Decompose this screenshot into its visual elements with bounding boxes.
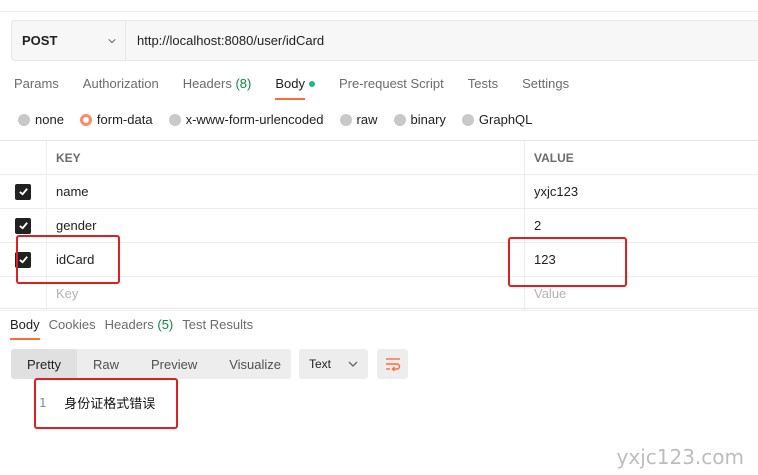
radio-icon — [461, 113, 474, 126]
row-check-cell — [0, 243, 47, 276]
tab-label: Tests — [467, 76, 499, 91]
checkbox-checked-icon[interactable] — [15, 183, 31, 200]
tab-params[interactable]: Params — [14, 74, 59, 100]
tab-authorization[interactable]: Authorization — [83, 74, 159, 100]
tab-headers[interactable]: Headers (8) — [183, 74, 252, 100]
method-label: POST — [22, 33, 58, 48]
request-bar: POST http://localhost:8080/user/idCard — [11, 20, 758, 61]
view-mode-group: Pretty Raw Preview Visualize — [11, 349, 291, 379]
postman-window: POST http://localhost:8080/user/idCard P… — [0, 0, 758, 475]
row-key[interactable]: gender — [47, 209, 525, 242]
tab-label: Pre-request Script — [338, 76, 444, 91]
row-check-cell — [0, 277, 47, 310]
radio-label: form-data — [96, 112, 153, 127]
response-headers-count: (5) — [157, 317, 174, 332]
radio-label: x-www-form-urlencoded — [185, 112, 324, 127]
wrap-lines-icon — [385, 358, 400, 371]
checkbox-checked-icon[interactable] — [15, 251, 31, 268]
method-select[interactable]: POST — [12, 21, 126, 60]
checkbox-checked-icon[interactable] — [15, 217, 31, 234]
format-label: Text — [309, 357, 332, 371]
row-key[interactable]: name — [47, 175, 525, 208]
response-tabs: Body Cookies Headers (5) Test Results — [10, 316, 262, 340]
row-value[interactable]: 2 — [525, 209, 758, 242]
wrap-lines-button[interactable] — [377, 349, 408, 379]
tab-label: Test Results — [182, 317, 254, 332]
radio-x-www-form-urlencoded[interactable]: x-www-form-urlencoded — [168, 112, 324, 127]
watermark: yxjc123.com — [616, 445, 744, 469]
radio-label: binary — [410, 112, 446, 127]
tab-tests[interactable]: Tests — [468, 74, 498, 100]
response-tab-test-results[interactable]: Test Results — [182, 316, 253, 340]
tab-label: Body — [10, 317, 40, 332]
table-header: KEY VALUE — [0, 141, 758, 175]
tab-label: Headers — [182, 76, 232, 91]
chevron-down-icon — [108, 38, 116, 43]
table-row: name yxjc123 — [0, 175, 758, 209]
radio-selected-icon — [79, 113, 92, 126]
tab-settings[interactable]: Settings — [522, 74, 569, 100]
row-value[interactable]: 123 — [525, 243, 758, 276]
radio-form-data[interactable]: form-data — [79, 112, 153, 127]
new-key-input[interactable]: Key — [47, 277, 525, 310]
tab-label: Body — [275, 76, 305, 91]
radio-none[interactable]: none — [18, 112, 64, 127]
modified-dot-icon — [308, 80, 315, 87]
radio-icon — [339, 113, 352, 126]
tab-label: Settings — [522, 76, 570, 91]
body-type-radios: none form-data x-www-form-urlencoded raw… — [18, 112, 548, 127]
view-raw-button[interactable]: Raw — [77, 349, 135, 379]
header-check-cell — [0, 141, 47, 174]
header-value: VALUE — [534, 150, 574, 165]
response-tab-headers[interactable]: Headers (5) — [105, 316, 174, 340]
response-divider — [0, 308, 758, 309]
radio-icon — [393, 113, 406, 126]
top-divider — [0, 11, 758, 12]
view-pretty-button[interactable]: Pretty — [11, 349, 77, 379]
tab-body[interactable]: Body — [275, 74, 315, 100]
new-value-input[interactable]: Value — [525, 277, 758, 310]
radio-graphql[interactable]: GraphQL — [461, 112, 533, 127]
header-key: KEY — [47, 141, 525, 174]
url-input[interactable]: http://localhost:8080/user/idCard — [126, 33, 324, 48]
tab-pre-request-script[interactable]: Pre-request Script — [339, 74, 444, 100]
format-select[interactable]: Text — [299, 349, 368, 379]
response-tab-body[interactable]: Body — [10, 316, 40, 340]
chevron-down-icon — [348, 361, 358, 367]
response-line: 1 身份证格式错误 — [39, 393, 155, 412]
row-value[interactable]: yxjc123 — [525, 175, 758, 208]
radio-label: raw — [356, 112, 378, 127]
form-data-table: KEY VALUE name yxjc123 gender 2 idCard 1… — [0, 140, 758, 311]
radio-label: GraphQL — [478, 112, 533, 127]
radio-icon — [18, 113, 30, 126]
row-check-cell — [0, 175, 47, 208]
radio-raw[interactable]: raw — [339, 112, 378, 127]
radio-binary[interactable]: binary — [393, 112, 446, 127]
line-number: 1 — [39, 395, 47, 410]
table-row-new: Key Value — [0, 277, 758, 311]
view-preview-button[interactable]: Preview — [135, 349, 213, 379]
row-key[interactable]: idCard — [47, 243, 525, 276]
headers-count: (8) — [235, 76, 252, 91]
response-tab-cookies[interactable]: Cookies — [49, 316, 96, 340]
view-visualize-button[interactable]: Visualize — [213, 349, 297, 379]
row-check-cell — [0, 209, 47, 242]
tab-label: Headers — [104, 317, 154, 332]
radio-icon — [168, 113, 181, 126]
line-text: 身份证格式错误 — [64, 396, 156, 411]
tab-label: Authorization — [82, 76, 159, 91]
radio-label: none — [35, 112, 64, 127]
request-tabs: Params Authorization Headers (8) Body Pr… — [14, 74, 593, 100]
table-row: gender 2 — [0, 209, 758, 243]
tab-label: Cookies — [48, 317, 96, 332]
table-row: idCard 123 — [0, 243, 758, 277]
tab-label: Params — [14, 76, 59, 91]
